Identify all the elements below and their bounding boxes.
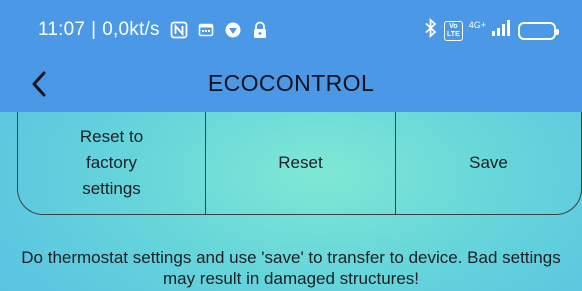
info-message: Do thermostat settings and use 'save' to… — [21, 248, 561, 288]
page-title: ECOCONTROL — [207, 70, 375, 96]
app-bar: ECOCONTROL — [0, 56, 582, 112]
bluetooth-icon — [424, 17, 438, 43]
reset-button[interactable]: Reset — [205, 112, 395, 214]
action-button-row: Reset to factory settings Reset Save — [17, 112, 582, 215]
network-type: 4G+ — [468, 19, 486, 30]
reset-factory-label: Reset to factory settings — [79, 127, 144, 198]
volte-badge: Vo LTE — [444, 20, 463, 41]
network-speed: 0,0kt/s — [102, 19, 160, 40]
top-bar: 11:07 | 0,0kt/s Vo LTE 4G+ 44 ECOCONTROL — [0, 0, 582, 112]
reset-factory-button[interactable]: Reset to factory settings — [18, 112, 205, 214]
status-left: 11:07 | 0,0kt/s — [38, 19, 268, 41]
battery-level: 44 — [536, 23, 551, 38]
signal-icon — [492, 20, 512, 41]
lock-icon — [252, 21, 268, 39]
status-bar: 11:07 | 0,0kt/s Vo LTE 4G+ 44 — [0, 0, 582, 56]
status-separator: | — [91, 19, 97, 40]
vpn-shield-icon — [224, 21, 242, 39]
reset-label: Reset — [278, 153, 323, 172]
save-label: Save — [469, 153, 508, 172]
calendar-icon — [198, 22, 214, 38]
save-button[interactable]: Save — [395, 112, 581, 214]
status-right: Vo LTE 4G+ 44 — [424, 17, 559, 43]
battery-icon: 44 — [518, 21, 559, 40]
nfc-icon — [170, 21, 188, 39]
status-time: 11:07 — [38, 19, 86, 40]
